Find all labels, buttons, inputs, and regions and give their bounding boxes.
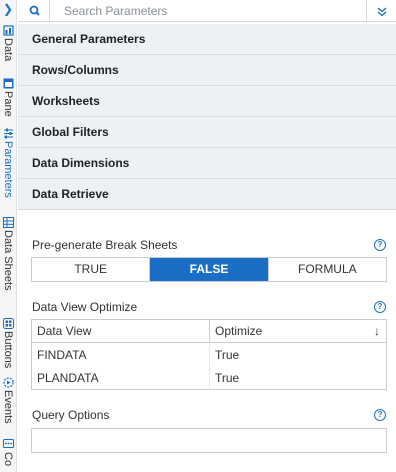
option-false[interactable]: FALSE bbox=[150, 258, 269, 281]
table-row[interactable]: FINDATA True bbox=[32, 344, 386, 367]
column-header-data-view[interactable]: Data View bbox=[32, 320, 210, 342]
break-sheets-help-icon[interactable]: ? bbox=[374, 239, 386, 251]
pane-icon bbox=[3, 78, 13, 89]
sort-arrow-icon[interactable]: ↓ bbox=[374, 320, 380, 342]
view-optimize-table: Data View Optimize ↓ FINDATA True PLANDA… bbox=[31, 319, 387, 390]
section-data-dimensions[interactable]: Data Dimensions bbox=[18, 148, 396, 179]
column-header-optimize-label: Optimize bbox=[215, 324, 263, 338]
rail-label-events: Events bbox=[2, 390, 14, 424]
rail-label-buttons: Buttons bbox=[2, 331, 14, 369]
column-header-optimize[interactable]: Optimize ↓ bbox=[210, 320, 386, 342]
rail-label-parameters: Parameters bbox=[2, 141, 14, 198]
section-data-retrieve[interactable]: Data Retrieve bbox=[18, 179, 396, 210]
search-input[interactable] bbox=[54, 0, 354, 22]
collapse-all-button[interactable] bbox=[366, 0, 396, 22]
section-list: General Parameters Rows/Columns Workshee… bbox=[18, 24, 396, 210]
section-rows-columns[interactable]: Rows/Columns bbox=[18, 55, 396, 86]
rail-item-comments[interactable]: Co bbox=[0, 439, 16, 466]
option-true[interactable]: TRUE bbox=[32, 258, 151, 281]
break-sheets-toggle: TRUE FALSE FORMULA bbox=[31, 257, 387, 282]
break-sheets-label: Pre-generate Break Sheets bbox=[32, 238, 178, 252]
table-row[interactable]: PLANDATA True bbox=[32, 367, 386, 390]
query-options-help-icon[interactable]: ? bbox=[374, 409, 386, 421]
rail-label-comments: Co bbox=[2, 452, 14, 467]
data-sheets-icon bbox=[2, 217, 14, 228]
rail-item-data[interactable]: Data bbox=[0, 25, 16, 61]
comments-icon bbox=[2, 439, 14, 448]
rail-item-buttons[interactable]: Buttons bbox=[0, 318, 16, 368]
rail-item-pane[interactable]: Pane bbox=[0, 78, 16, 117]
section-general-parameters[interactable]: General Parameters bbox=[18, 24, 396, 55]
section-worksheets[interactable]: Worksheets bbox=[18, 86, 396, 117]
cell-data-view: FINDATA bbox=[32, 344, 210, 367]
cell-data-view: PLANDATA bbox=[32, 367, 210, 390]
rail-item-parameters[interactable]: Parameters bbox=[0, 128, 16, 198]
rail-item-events[interactable]: Events bbox=[0, 377, 16, 424]
buttons-icon bbox=[2, 318, 14, 329]
table-header: Data View Optimize ↓ bbox=[32, 320, 386, 343]
events-icon bbox=[2, 377, 14, 388]
query-options-input[interactable] bbox=[31, 428, 387, 453]
rail-label-data-sheets: Data Sheets bbox=[2, 230, 14, 291]
rail-item-data-sheets[interactable]: Data Sheets bbox=[0, 217, 16, 291]
double-chevron-down-icon bbox=[377, 7, 387, 17]
option-formula[interactable]: FORMULA bbox=[269, 258, 386, 281]
side-rail: ❯ Data Pane Parameters Data Sheets Butto… bbox=[0, 0, 17, 472]
parameters-icon bbox=[3, 128, 13, 139]
search-button[interactable] bbox=[20, 0, 50, 22]
cell-optimize[interactable]: True bbox=[210, 367, 386, 390]
search-icon bbox=[29, 5, 40, 16]
view-optimize-label: Data View Optimize bbox=[32, 300, 138, 314]
rail-label-pane: Pane bbox=[2, 91, 14, 117]
data-retrieve-panel: Pre-generate Break Sheets ? TRUE FALSE F… bbox=[18, 216, 396, 472]
search-bar bbox=[18, 0, 396, 22]
cell-optimize[interactable]: True bbox=[210, 344, 386, 367]
rail-label-data: Data bbox=[2, 38, 14, 62]
database-icon bbox=[2, 25, 14, 36]
query-options-label: Query Options bbox=[32, 408, 110, 422]
view-optimize-help-icon[interactable]: ? bbox=[374, 301, 386, 313]
expand-panel-icon[interactable]: ❯ bbox=[3, 2, 13, 16]
section-global-filters[interactable]: Global Filters bbox=[18, 117, 396, 148]
